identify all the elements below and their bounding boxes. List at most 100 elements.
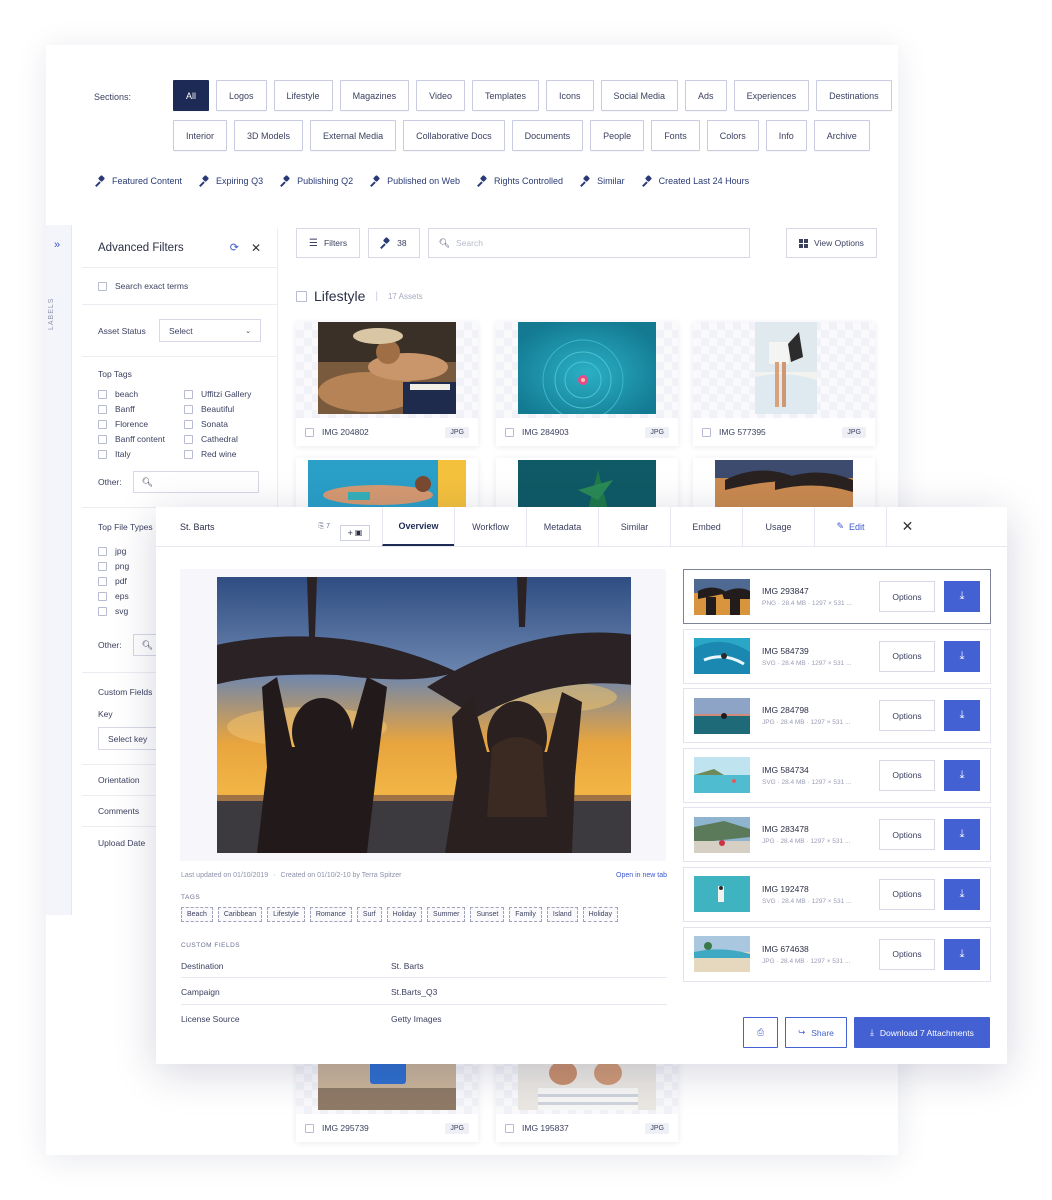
download-button[interactable]: ⤓ bbox=[944, 700, 980, 732]
tag-checkbox[interactable] bbox=[98, 404, 107, 414]
expand-chevron-icon[interactable]: » bbox=[54, 239, 60, 251]
tag-chip[interactable]: Summer bbox=[427, 907, 466, 922]
attachment-row[interactable]: IMG 284798 JPG · 28.4 MB · 1297 × 531 ...… bbox=[683, 688, 991, 744]
tab-similar[interactable]: Similar bbox=[598, 507, 670, 546]
tag-checkbox[interactable] bbox=[184, 449, 193, 459]
section-chip-collaborative-docs[interactable]: Collaborative Docs bbox=[403, 120, 505, 151]
section-chip-interior[interactable]: Interior bbox=[173, 120, 228, 151]
tag-chip[interactable]: Romance bbox=[309, 907, 352, 922]
asset-card[interactable]: IMG 577395 JPG bbox=[693, 322, 875, 446]
asset-checkbox[interactable] bbox=[702, 427, 711, 437]
close-modal-button[interactable]: ✕ bbox=[886, 507, 928, 546]
tag-chip[interactable]: Sunset bbox=[470, 907, 505, 922]
tag-checkbox[interactable] bbox=[98, 434, 107, 444]
download-button[interactable]: ⤓ bbox=[944, 819, 980, 851]
options-button[interactable]: Options bbox=[879, 700, 935, 732]
filters-button[interactable]: ☰ Filters bbox=[296, 228, 361, 258]
view-options-button[interactable]: View Options bbox=[786, 228, 877, 258]
tab-usage[interactable]: Usage bbox=[742, 507, 814, 546]
section-chip-people[interactable]: People bbox=[590, 120, 645, 151]
tag-checkbox[interactable] bbox=[184, 404, 193, 414]
file-type-checkbox[interactable] bbox=[98, 606, 107, 616]
options-button[interactable]: Options bbox=[879, 640, 935, 672]
section-chip-icons[interactable]: Icons bbox=[546, 80, 594, 111]
saved-search-publishing-q2[interactable]: Publishing Q2 bbox=[281, 176, 353, 186]
section-chip-fonts[interactable]: Fonts bbox=[651, 120, 700, 151]
section-chip-documents[interactable]: Documents bbox=[511, 120, 584, 151]
tag-chip[interactable]: Lifestyle bbox=[267, 907, 305, 922]
tab-overview[interactable]: Overview bbox=[382, 507, 454, 546]
attachment-row[interactable]: IMG 283478 JPG · 28.4 MB · 1297 × 531 ...… bbox=[683, 807, 991, 863]
search-input[interactable]: 🔍︎ Search bbox=[427, 228, 750, 258]
tag-filter-beautiful[interactable]: Beautiful bbox=[184, 404, 274, 414]
asset-checkbox[interactable] bbox=[305, 427, 314, 437]
file-type-checkbox[interactable] bbox=[98, 546, 107, 556]
options-button[interactable]: Options bbox=[879, 878, 935, 910]
tag-chip[interactable]: Family bbox=[509, 907, 542, 922]
tag-chip[interactable]: Holiday bbox=[582, 907, 618, 922]
search-exact-row[interactable]: Search exact terms bbox=[82, 268, 277, 305]
section-chip-colors[interactable]: Colors bbox=[706, 120, 759, 151]
tag-checkbox[interactable] bbox=[98, 449, 107, 459]
section-chip-destinations[interactable]: Destinations bbox=[816, 80, 892, 111]
section-chip-logos[interactable]: Logos bbox=[216, 80, 267, 111]
tag-filter-sonata[interactable]: Sonata bbox=[184, 419, 274, 429]
tag-checkbox[interactable] bbox=[98, 389, 107, 399]
tag-checkbox[interactable] bbox=[184, 419, 193, 429]
section-chip-external-media[interactable]: External Media bbox=[310, 120, 397, 151]
select-all-checkbox[interactable] bbox=[296, 290, 307, 302]
attachment-row[interactable]: IMG 584739 SVG · 28.4 MB · 1297 × 531 ...… bbox=[683, 628, 991, 684]
tag-filter-beach[interactable]: beach bbox=[98, 389, 184, 399]
edit-button[interactable]: ✎ Edit bbox=[814, 507, 886, 546]
attachment-row[interactable]: IMG 674638 JPG · 28.4 MB · 1297 × 531 ...… bbox=[683, 926, 991, 982]
options-button[interactable]: Options bbox=[879, 759, 935, 791]
saved-search-rights-controlled[interactable]: Rights Controlled bbox=[478, 176, 563, 186]
attachment-row[interactable]: IMG 192478 SVG · 28.4 MB · 1297 × 531 ...… bbox=[683, 866, 991, 922]
tag-chip[interactable]: Holiday bbox=[386, 907, 423, 922]
download-button[interactable]: ⤓ bbox=[944, 938, 980, 970]
tag-checkbox[interactable] bbox=[184, 389, 193, 399]
asset-card[interactable]: IMG 284903 JPG bbox=[496, 322, 678, 446]
asset-checkbox[interactable] bbox=[505, 1123, 514, 1133]
section-chip-lifestyle[interactable]: Lifestyle bbox=[273, 80, 333, 111]
attachment-row[interactable]: IMG 584734 SVG · 28.4 MB · 1297 × 531 ...… bbox=[683, 747, 991, 803]
section-chip-experiences[interactable]: Experiences bbox=[733, 80, 810, 111]
tag-chip[interactable]: Surf bbox=[356, 907, 382, 922]
saved-search-expiring-q3[interactable]: Expiring Q3 bbox=[200, 176, 263, 186]
section-chip-archive[interactable]: Archive bbox=[813, 120, 870, 151]
tag-filter-italy[interactable]: Italy bbox=[98, 449, 184, 459]
tag-filter-banff[interactable]: Banff bbox=[98, 404, 184, 414]
print-button[interactable]: ⎙ bbox=[743, 1017, 778, 1048]
asset-status-select[interactable]: Select ⌄ bbox=[159, 319, 261, 342]
add-to-collection-button[interactable]: + ▣ bbox=[340, 524, 370, 541]
saved-search-featured-content[interactable]: Featured Content bbox=[96, 176, 182, 186]
refresh-icon[interactable]: ⟳ bbox=[230, 241, 239, 254]
saved-search-published-on-web[interactable]: Published on Web bbox=[371, 176, 460, 186]
section-chip-info[interactable]: Info bbox=[765, 120, 807, 151]
file-type-checkbox[interactable] bbox=[98, 576, 107, 586]
download-button[interactable]: ⤓ bbox=[944, 759, 980, 791]
tag-chip[interactable]: Caribbean bbox=[217, 907, 263, 922]
tag-filter-florence[interactable]: Florence bbox=[98, 419, 184, 429]
options-button[interactable]: Options bbox=[879, 819, 935, 851]
tab-workflow[interactable]: Workflow bbox=[454, 507, 526, 546]
file-type-checkbox[interactable] bbox=[98, 561, 107, 571]
download-all-button[interactable]: ⤓ Download 7 Attachments bbox=[854, 1017, 990, 1048]
section-chip-social-media[interactable]: Social Media bbox=[600, 80, 679, 111]
section-chip-templates[interactable]: Templates bbox=[471, 80, 539, 111]
tag-filter-red-wine[interactable]: Red wine bbox=[184, 449, 274, 459]
tags-other-input[interactable]: 🔍︎ bbox=[132, 471, 259, 493]
tag-filter-cathedral[interactable]: Cathedral bbox=[184, 434, 274, 444]
tab-metadata[interactable]: Metadata bbox=[526, 507, 598, 546]
asset-card[interactable]: IMG 195837 JPG bbox=[496, 1058, 678, 1142]
tag-filter-uffitzi-gallery[interactable]: Uffitzi Gallery bbox=[184, 389, 274, 399]
saved-search-created-last-24-hours[interactable]: Created Last 24 Hours bbox=[643, 176, 750, 186]
options-button[interactable]: Options bbox=[879, 581, 935, 612]
section-chip-3d-models[interactable]: 3D Models bbox=[234, 120, 304, 151]
section-chip-all[interactable]: All bbox=[173, 80, 210, 111]
tag-chip[interactable]: Island bbox=[546, 907, 578, 922]
section-chip-ads[interactable]: Ads bbox=[685, 80, 727, 111]
section-chip-video[interactable]: Video bbox=[416, 80, 465, 111]
asset-card[interactable]: IMG 204802 JPG bbox=[296, 322, 478, 446]
asset-card[interactable]: IMG 295739 JPG bbox=[296, 1058, 478, 1142]
